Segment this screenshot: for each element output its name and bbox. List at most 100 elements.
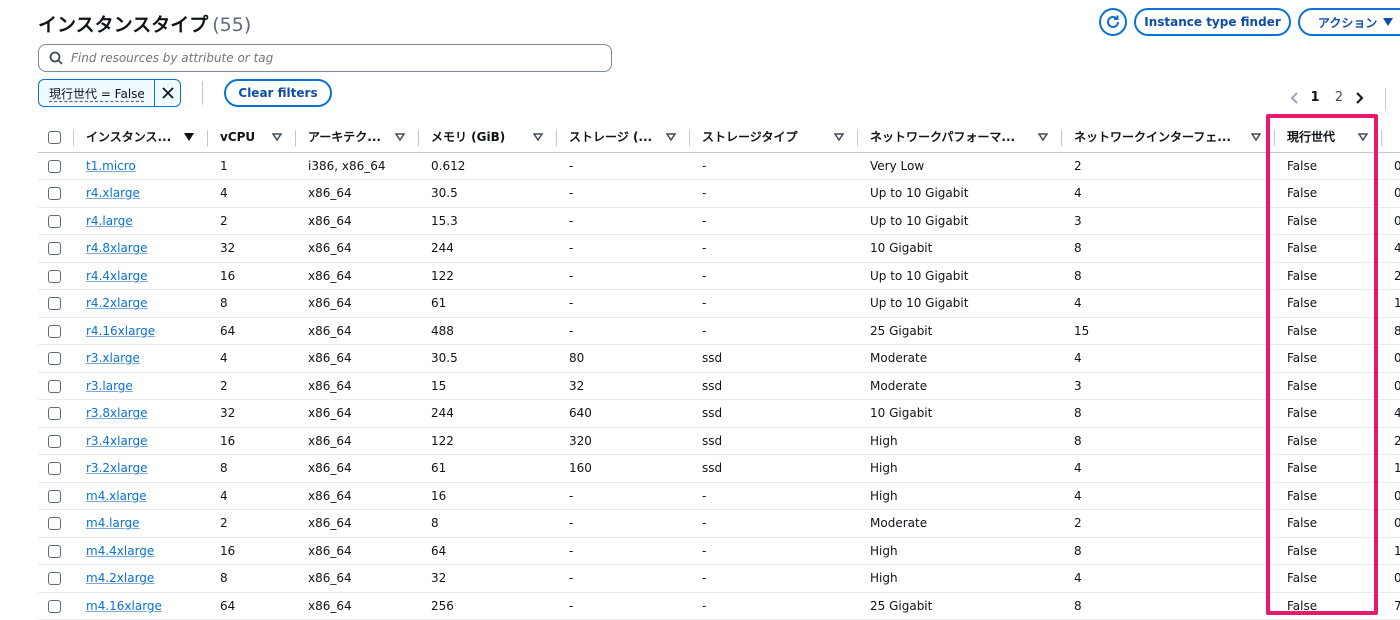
memory-cell: 244: [419, 234, 557, 263]
instance-type-link[interactable]: t1.micro: [86, 159, 136, 173]
instance-type-link[interactable]: r4.16xlarge: [86, 324, 155, 338]
instance-type-link[interactable]: m4.large: [86, 516, 140, 530]
search-bar[interactable]: [38, 44, 612, 72]
actions-dropdown-button[interactable]: アクション: [1298, 8, 1400, 36]
column-header[interactable]: メモリ (GiB): [419, 122, 557, 153]
sort-descending-icon[interactable]: [184, 132, 194, 141]
column-header[interactable]: アーキテク...: [296, 122, 419, 153]
column-header[interactable]: 現行世代: [1275, 122, 1382, 153]
table-row[interactable]: r3.8xlarge 32 x86_64 244 640 ssd 10 Gigabit 8 Fa…: [38, 399, 1400, 428]
sort-icon[interactable]: [666, 133, 676, 141]
table-row[interactable]: r4.xlarge 4 x86_64 30.5- - Up to 10 Gigabit 4 F…: [38, 179, 1400, 208]
extra-cell: 0: [1382, 344, 1400, 373]
filter-token-remove-button[interactable]: [155, 80, 180, 106]
row-checkbox[interactable]: [48, 187, 61, 201]
instance-type-link[interactable]: r3.2xlarge: [86, 461, 148, 475]
table-row[interactable]: r3.4xlarge 16x86_64122320ssdHigh8False2: [38, 427, 1400, 455]
table-row[interactable]: r4.2xlarge 8 x86_64 61- - Up to 10 Gigabit 4 Fa…: [38, 289, 1400, 318]
instance-type-link[interactable]: r3.8xlarge: [86, 406, 148, 420]
row-checkbox[interactable]: [48, 599, 61, 613]
memory-cell: 122: [419, 427, 557, 455]
network-performance-cell: 10 Gigabit: [858, 234, 1062, 263]
instance-type-link[interactable]: m4.2xlarge: [86, 571, 154, 585]
row-checkbox[interactable]: [48, 297, 61, 311]
table-row[interactable]: m4.4xlarge16x86_6464--High8False1: [38, 537, 1400, 565]
row-checkbox[interactable]: [48, 489, 61, 503]
table-row[interactable]: m4.16xlarge 64 x86_64 256- -25 Gigabit 8 False…: [38, 592, 1400, 620]
row-checkbox[interactable]: [48, 517, 61, 531]
table-row[interactable]: r3.2xlarge 8x86_6461160ssdHigh4False1: [38, 454, 1400, 483]
column-header[interactable]: ストレージタイプ: [690, 122, 858, 153]
row-checkbox[interactable]: [48, 544, 61, 558]
row-select-cell: [38, 399, 74, 428]
instance-type-link[interactable]: r3.4xlarge: [86, 434, 148, 448]
network-interfaces-cell: 8: [1062, 262, 1275, 290]
table-row[interactable]: t1.micro 1 i386, x86_64 0.612- - Very Low 2 Fal…: [38, 152, 1400, 180]
row-checkbox[interactable]: [48, 462, 61, 476]
search-input[interactable]: [71, 51, 591, 65]
row-checkbox[interactable]: [48, 324, 61, 338]
row-checkbox[interactable]: [48, 214, 61, 228]
sort-icon[interactable]: [1358, 133, 1368, 141]
table-row[interactable]: m4.large2x86_648--Moderate2False0: [38, 509, 1400, 538]
table-row[interactable]: m4.2xlarge8x86_6432--High4False0: [38, 564, 1400, 593]
sort-icon[interactable]: [533, 133, 543, 141]
architecture-cell: x86_64: [296, 592, 419, 620]
sort-icon[interactable]: [272, 133, 282, 141]
table-row[interactable]: r4.16xlarge 64 x86_64 488- -25 Gigabit 15 Fals…: [38, 317, 1400, 345]
sort-icon[interactable]: [395, 133, 405, 141]
row-checkbox[interactable]: [48, 434, 61, 448]
column-header[interactable]: ストレージ (...: [557, 122, 690, 153]
clear-filters-button[interactable]: Clear filters: [224, 79, 332, 107]
instance-type-finder-button[interactable]: Instance type finder: [1134, 8, 1291, 36]
network-interfaces-cell: 8: [1062, 427, 1275, 455]
table-row[interactable]: r3.xlarge4x86_6430.580ssdModerate4False0: [38, 344, 1400, 373]
instance-type-link[interactable]: r3.xlarge: [86, 351, 140, 365]
instance-name-cell: m4.2xlarge: [74, 564, 208, 593]
instance-type-link[interactable]: r4.xlarge: [86, 186, 140, 200]
instance-type-link[interactable]: r4.2xlarge: [86, 296, 148, 310]
vcpu-cell: 8: [208, 564, 296, 593]
instance-type-link[interactable]: r3.large: [86, 379, 133, 393]
memory-cell: 488: [419, 317, 557, 345]
row-checkbox[interactable]: [48, 242, 61, 256]
pagination-next-button[interactable]: [1351, 91, 1369, 104]
table-row[interactable]: r4.large 2 x86_64 15.3- - Up to 10 Gigabit 3 Fa…: [38, 207, 1400, 235]
storage-type-cell: -: [690, 564, 858, 593]
table-row[interactable]: r4.8xlarge32x86_64244--10 Gigabit8False4: [38, 234, 1400, 263]
column-header[interactable]: ネットワークパフォーマ...: [858, 122, 1062, 153]
pagination-prev-button[interactable]: [1285, 91, 1303, 104]
instance-type-link[interactable]: m4.4xlarge: [86, 544, 154, 558]
filter-token-label[interactable]: 現行世代 = False: [39, 80, 155, 106]
instance-type-link[interactable]: r4.large: [86, 214, 133, 228]
instance-type-link[interactable]: m4.16xlarge: [86, 599, 162, 613]
refresh-button[interactable]: [1099, 8, 1127, 36]
column-header-content: ストレージタイプ: [702, 128, 858, 145]
select-all-checkbox[interactable]: [48, 130, 61, 144]
instance-type-link[interactable]: r4.4xlarge: [86, 269, 148, 283]
network-performance-cell: Up to 10 Gigabit: [858, 179, 1062, 208]
column-header[interactable]: vCPU: [208, 122, 296, 153]
column-header[interactable]: インスタンス...: [74, 122, 208, 153]
row-checkbox[interactable]: [48, 407, 61, 421]
table-row[interactable]: r3.large 2x86_641532ssdModerate3False0: [38, 372, 1400, 400]
table-row[interactable]: r4.4xlarge 16 x86_64 122- - Up to 10 Gigabit 8…: [38, 262, 1400, 290]
column-header[interactable]: [1382, 122, 1400, 153]
instance-type-link[interactable]: m4.xlarge: [86, 489, 147, 503]
row-checkbox[interactable]: [48, 572, 61, 586]
page-1-button[interactable]: 1: [1303, 90, 1327, 105]
row-checkbox[interactable]: [48, 159, 61, 173]
column-header-label: ストレージタイプ: [702, 130, 798, 145]
page-2-button[interactable]: 2: [1327, 90, 1351, 105]
table-row[interactable]: m4.xlarge4x86_6416--High4False0: [38, 482, 1400, 510]
filter-token[interactable]: 現行世代 = False: [38, 79, 181, 107]
sort-icon[interactable]: [1038, 133, 1048, 141]
instance-type-link[interactable]: r4.8xlarge: [86, 241, 148, 255]
row-checkbox[interactable]: [48, 379, 61, 393]
sort-icon[interactable]: [1251, 133, 1261, 141]
row-checkbox[interactable]: [48, 352, 61, 366]
sort-icon[interactable]: [834, 133, 844, 141]
memory-cell: 16: [419, 482, 557, 510]
column-header[interactable]: ネットワークインターフェ...: [1062, 122, 1275, 153]
row-checkbox[interactable]: [48, 269, 61, 283]
